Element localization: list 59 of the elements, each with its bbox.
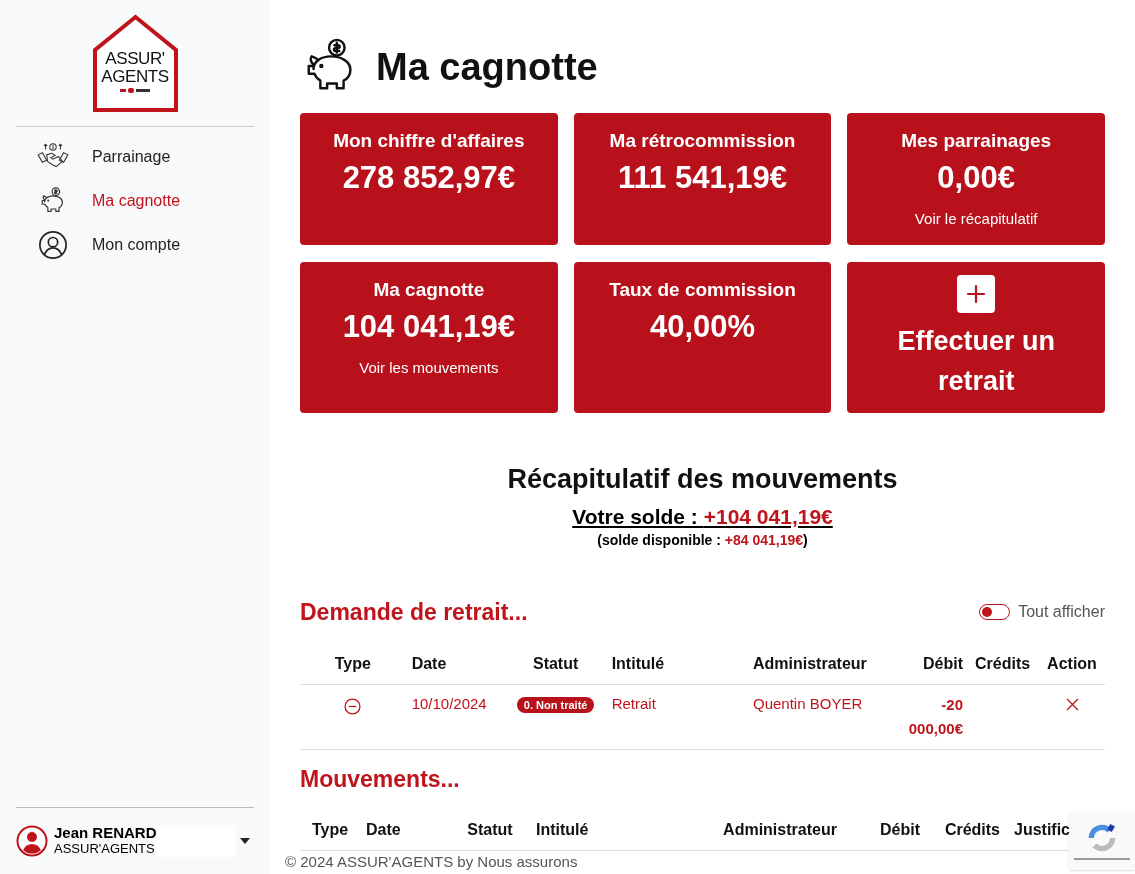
plus-icon — [957, 274, 996, 313]
minus-circle-icon — [344, 698, 362, 716]
card-value: 40,00% — [649, 308, 756, 346]
avatar-icon — [16, 825, 48, 857]
status-badge: 0. Non traité — [516, 696, 595, 713]
logo-text: AGENTS — [101, 68, 169, 86]
column-header: Type — [310, 820, 350, 840]
column-header: Justific — [1013, 820, 1070, 840]
section-heading: Mouvements... — [300, 764, 461, 794]
card-value: 0,00€ — [937, 159, 1015, 197]
section-title: Récapitulatif des mouvements — [507, 463, 898, 496]
balance-text: Votre solde : +104 041,19€ — [572, 504, 833, 530]
available-balance-text: (solde disponible : +84 041,19€) — [597, 531, 808, 549]
brand-mark-icon — [120, 88, 150, 93]
column-header: Administrateur — [722, 820, 838, 840]
table-cell: -20 000,00€ — [897, 684, 969, 749]
card-title: Taux de commission — [609, 278, 796, 302]
column-header: Crédits — [969, 643, 1039, 684]
column-header: Action — [1039, 643, 1105, 684]
column-header: Date — [405, 643, 506, 684]
nav-item[interactable]: Mon compte — [16, 223, 254, 267]
column-header: Administrateur — [747, 643, 897, 684]
card-value: 278 852,97€ — [342, 159, 516, 197]
nav-item[interactable]: Ma cagnotte — [16, 179, 254, 223]
user-name: Jean RENARD — [54, 825, 157, 841]
card-link[interactable]: Voir le récapitulatif — [914, 208, 1038, 231]
page-title: Ma cagnotte — [376, 44, 598, 90]
card-title: Mon chiffre d'affaires — [333, 129, 525, 153]
column-header: Statut — [466, 820, 514, 840]
column-header: Intitulé — [605, 643, 747, 684]
house-logo-icon — [91, 14, 179, 112]
card-value: 111 541,19€ — [618, 159, 787, 197]
table-cell: 10/10/2024 — [405, 684, 506, 749]
column-header: Intitulé — [535, 820, 590, 840]
footer-text: © 2024 ASSUR'AGENTS by Nous assurons — [285, 853, 578, 872]
card-value: 104 041,19€ — [342, 308, 516, 346]
withdraw-card[interactable]: Effectuer un retrait — [847, 262, 1105, 413]
card-title: Mes parrainages — [901, 129, 1052, 153]
card-title: Ma cagnotte — [373, 278, 485, 302]
column-header: Crédits — [943, 820, 1000, 840]
caret-icon — [240, 838, 250, 844]
logo-text: ASSUR' — [105, 50, 165, 68]
nav-item[interactable]: Parrainage — [16, 135, 254, 179]
column-header: Débit — [879, 820, 920, 840]
table-cell: Retrait — [605, 684, 747, 749]
captcha-badge[interactable] — [1069, 812, 1135, 870]
user-company: ASSUR'AGENTS — [54, 841, 155, 857]
column-header: Débit — [897, 643, 969, 684]
user-icon — [38, 230, 68, 260]
card-link[interactable]: Voir les mouvements — [359, 357, 499, 380]
delete-button[interactable] — [1065, 697, 1079, 711]
column-header: Date — [365, 820, 402, 840]
card-title: Ma rétrocommission — [609, 129, 796, 153]
user-menu[interactable]: Jean RENARD ASSUR'AGENTS — [16, 808, 254, 874]
column-header: Statut — [505, 643, 606, 684]
section-heading: Demande de retrait... — [300, 598, 528, 627]
column-header: Type — [300, 643, 406, 684]
table-cell: Quentin BOYER — [747, 684, 897, 749]
show-all-toggle[interactable]: Tout afficher — [979, 600, 1105, 625]
